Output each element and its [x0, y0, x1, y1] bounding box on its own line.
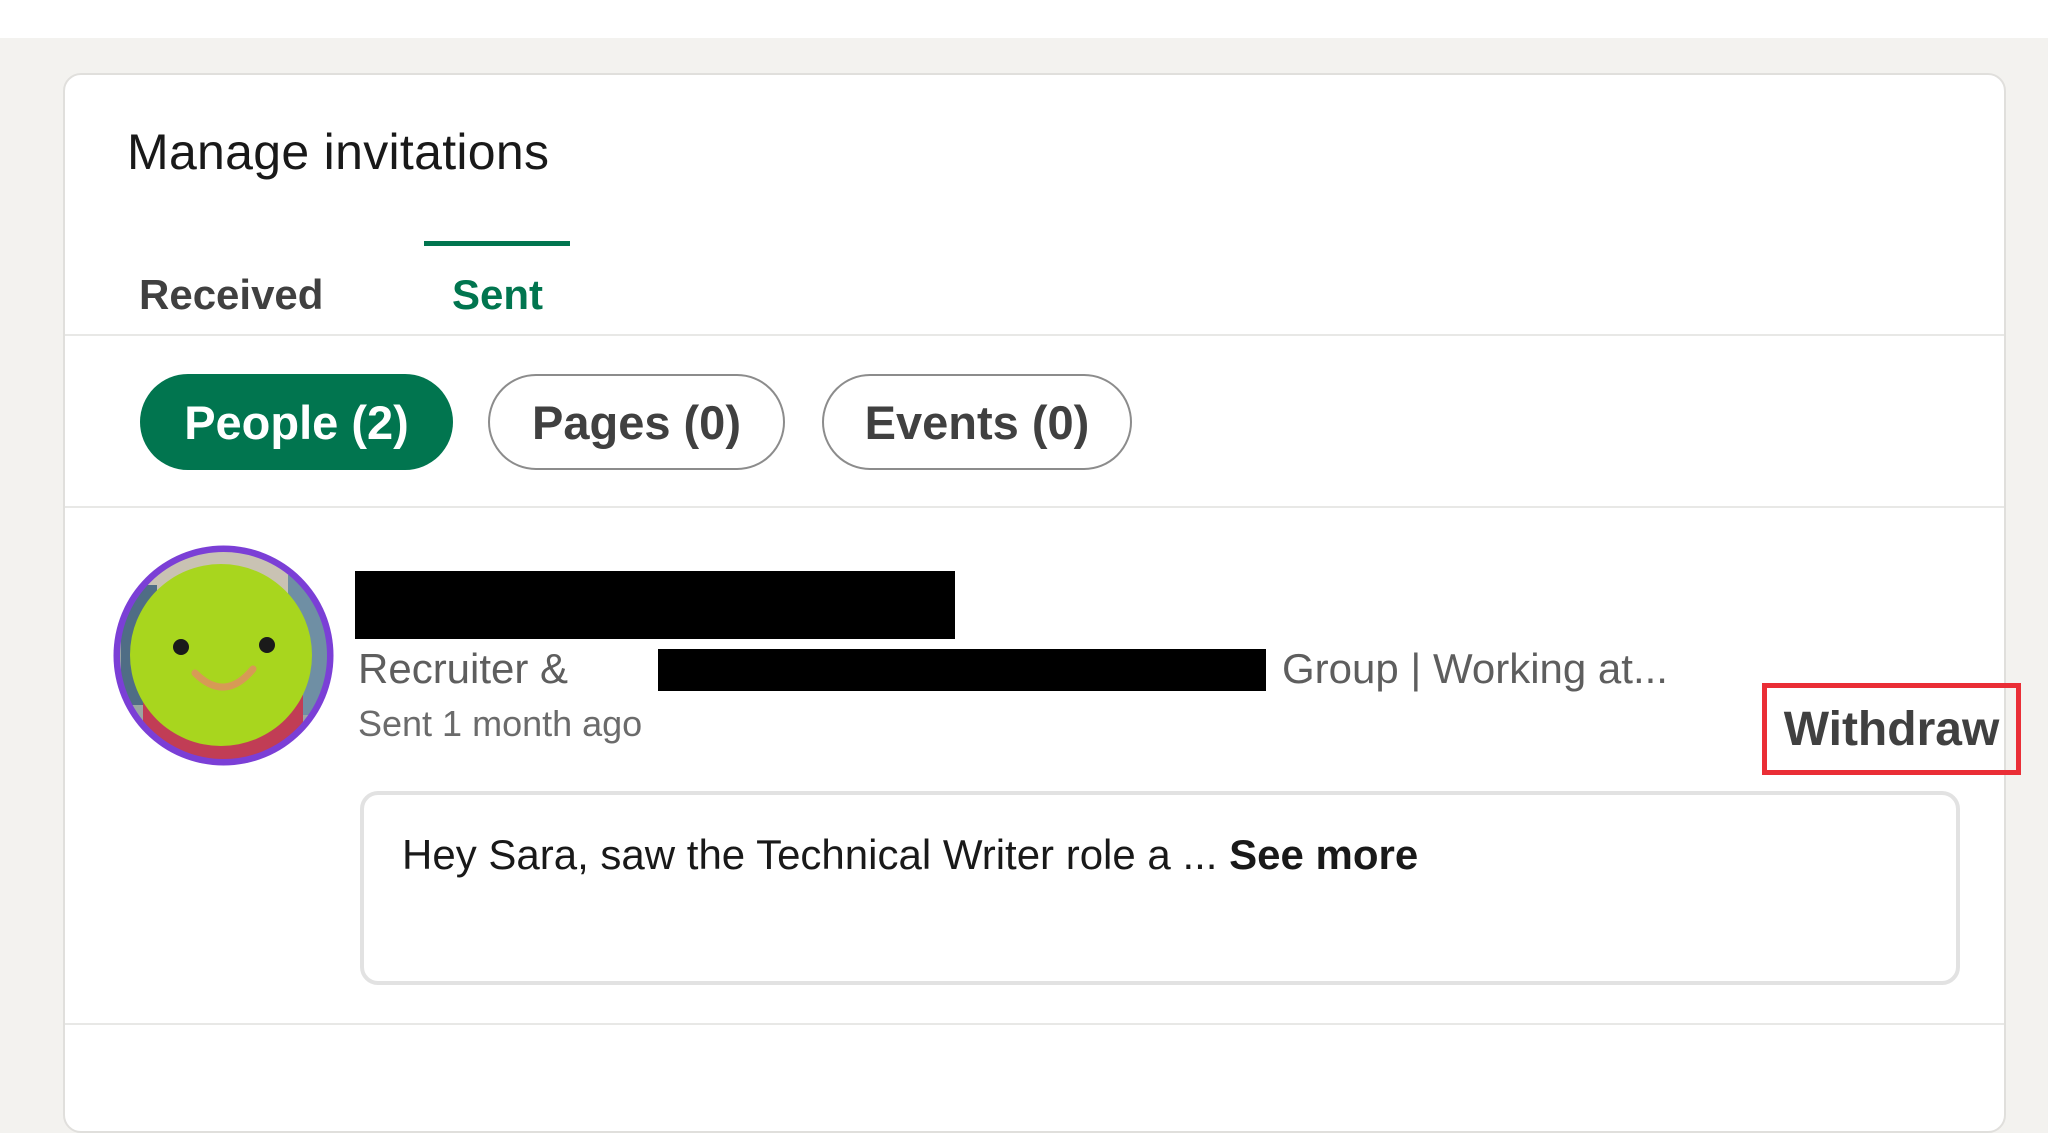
filter-events-button[interactable]: Events (0): [822, 374, 1132, 470]
smiley-avatar-icon: [113, 545, 334, 766]
invitation-message: Hey Sara, saw the Technical Writer role …: [360, 791, 1960, 985]
top-strip: [0, 0, 2048, 38]
invitee-headline: Recruiter & Group | Working at...: [358, 645, 1688, 705]
headline-end: Group | Working at...: [1282, 645, 1668, 692]
manage-invitations-card: Manage invitations Received Sent People …: [63, 73, 2021, 1133]
filters-divider: [65, 506, 2004, 508]
tabs-divider: [65, 334, 2004, 336]
see-more-link[interactable]: See more: [1229, 831, 1418, 878]
sent-timestamp: Sent 1 month ago: [358, 703, 643, 744]
message-text: Hey Sara, saw the Technical Writer role …: [402, 831, 1218, 878]
page-title: Manage invitations: [127, 124, 550, 180]
headline-start: Recruiter &: [358, 645, 569, 692]
redacted-name: [355, 571, 955, 639]
withdraw-button[interactable]: Withdraw: [1762, 683, 2021, 775]
active-tab-indicator: [424, 241, 570, 246]
redacted-headline: [658, 649, 1266, 691]
row-divider: [65, 1023, 2004, 1025]
avatar[interactable]: [113, 545, 334, 766]
filter-pages-button[interactable]: Pages (0): [488, 374, 785, 470]
filter-people-button[interactable]: People (2): [140, 374, 453, 470]
